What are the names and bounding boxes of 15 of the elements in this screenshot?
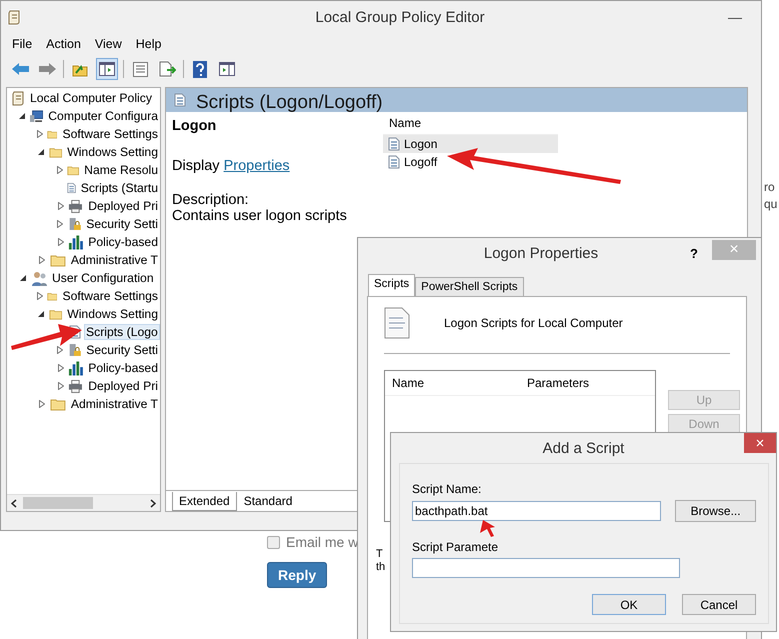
section-heading: Logon Scripts for Local Computer — [444, 316, 623, 330]
note-text: T — [376, 548, 383, 561]
item-title: Logon — [172, 118, 218, 134]
note-text: th — [376, 561, 386, 574]
field-label: Script Name: — [412, 482, 482, 496]
page-text: ro — [764, 180, 776, 194]
dialog-title: Logon Properties — [482, 244, 600, 262]
panel-title: Scripts (Logon/Logoff) — [196, 92, 383, 114]
description-label: Description: — [172, 192, 250, 208]
page-text: qu — [764, 197, 778, 211]
window-title: Local Group Policy Editor — [314, 8, 486, 26]
description-text: Contains user logon scripts — [172, 208, 348, 224]
field-label: Script Paramete — [412, 540, 500, 554]
display-label: Display — [172, 158, 221, 174]
dialog-title: Add a Script — [542, 440, 626, 456]
